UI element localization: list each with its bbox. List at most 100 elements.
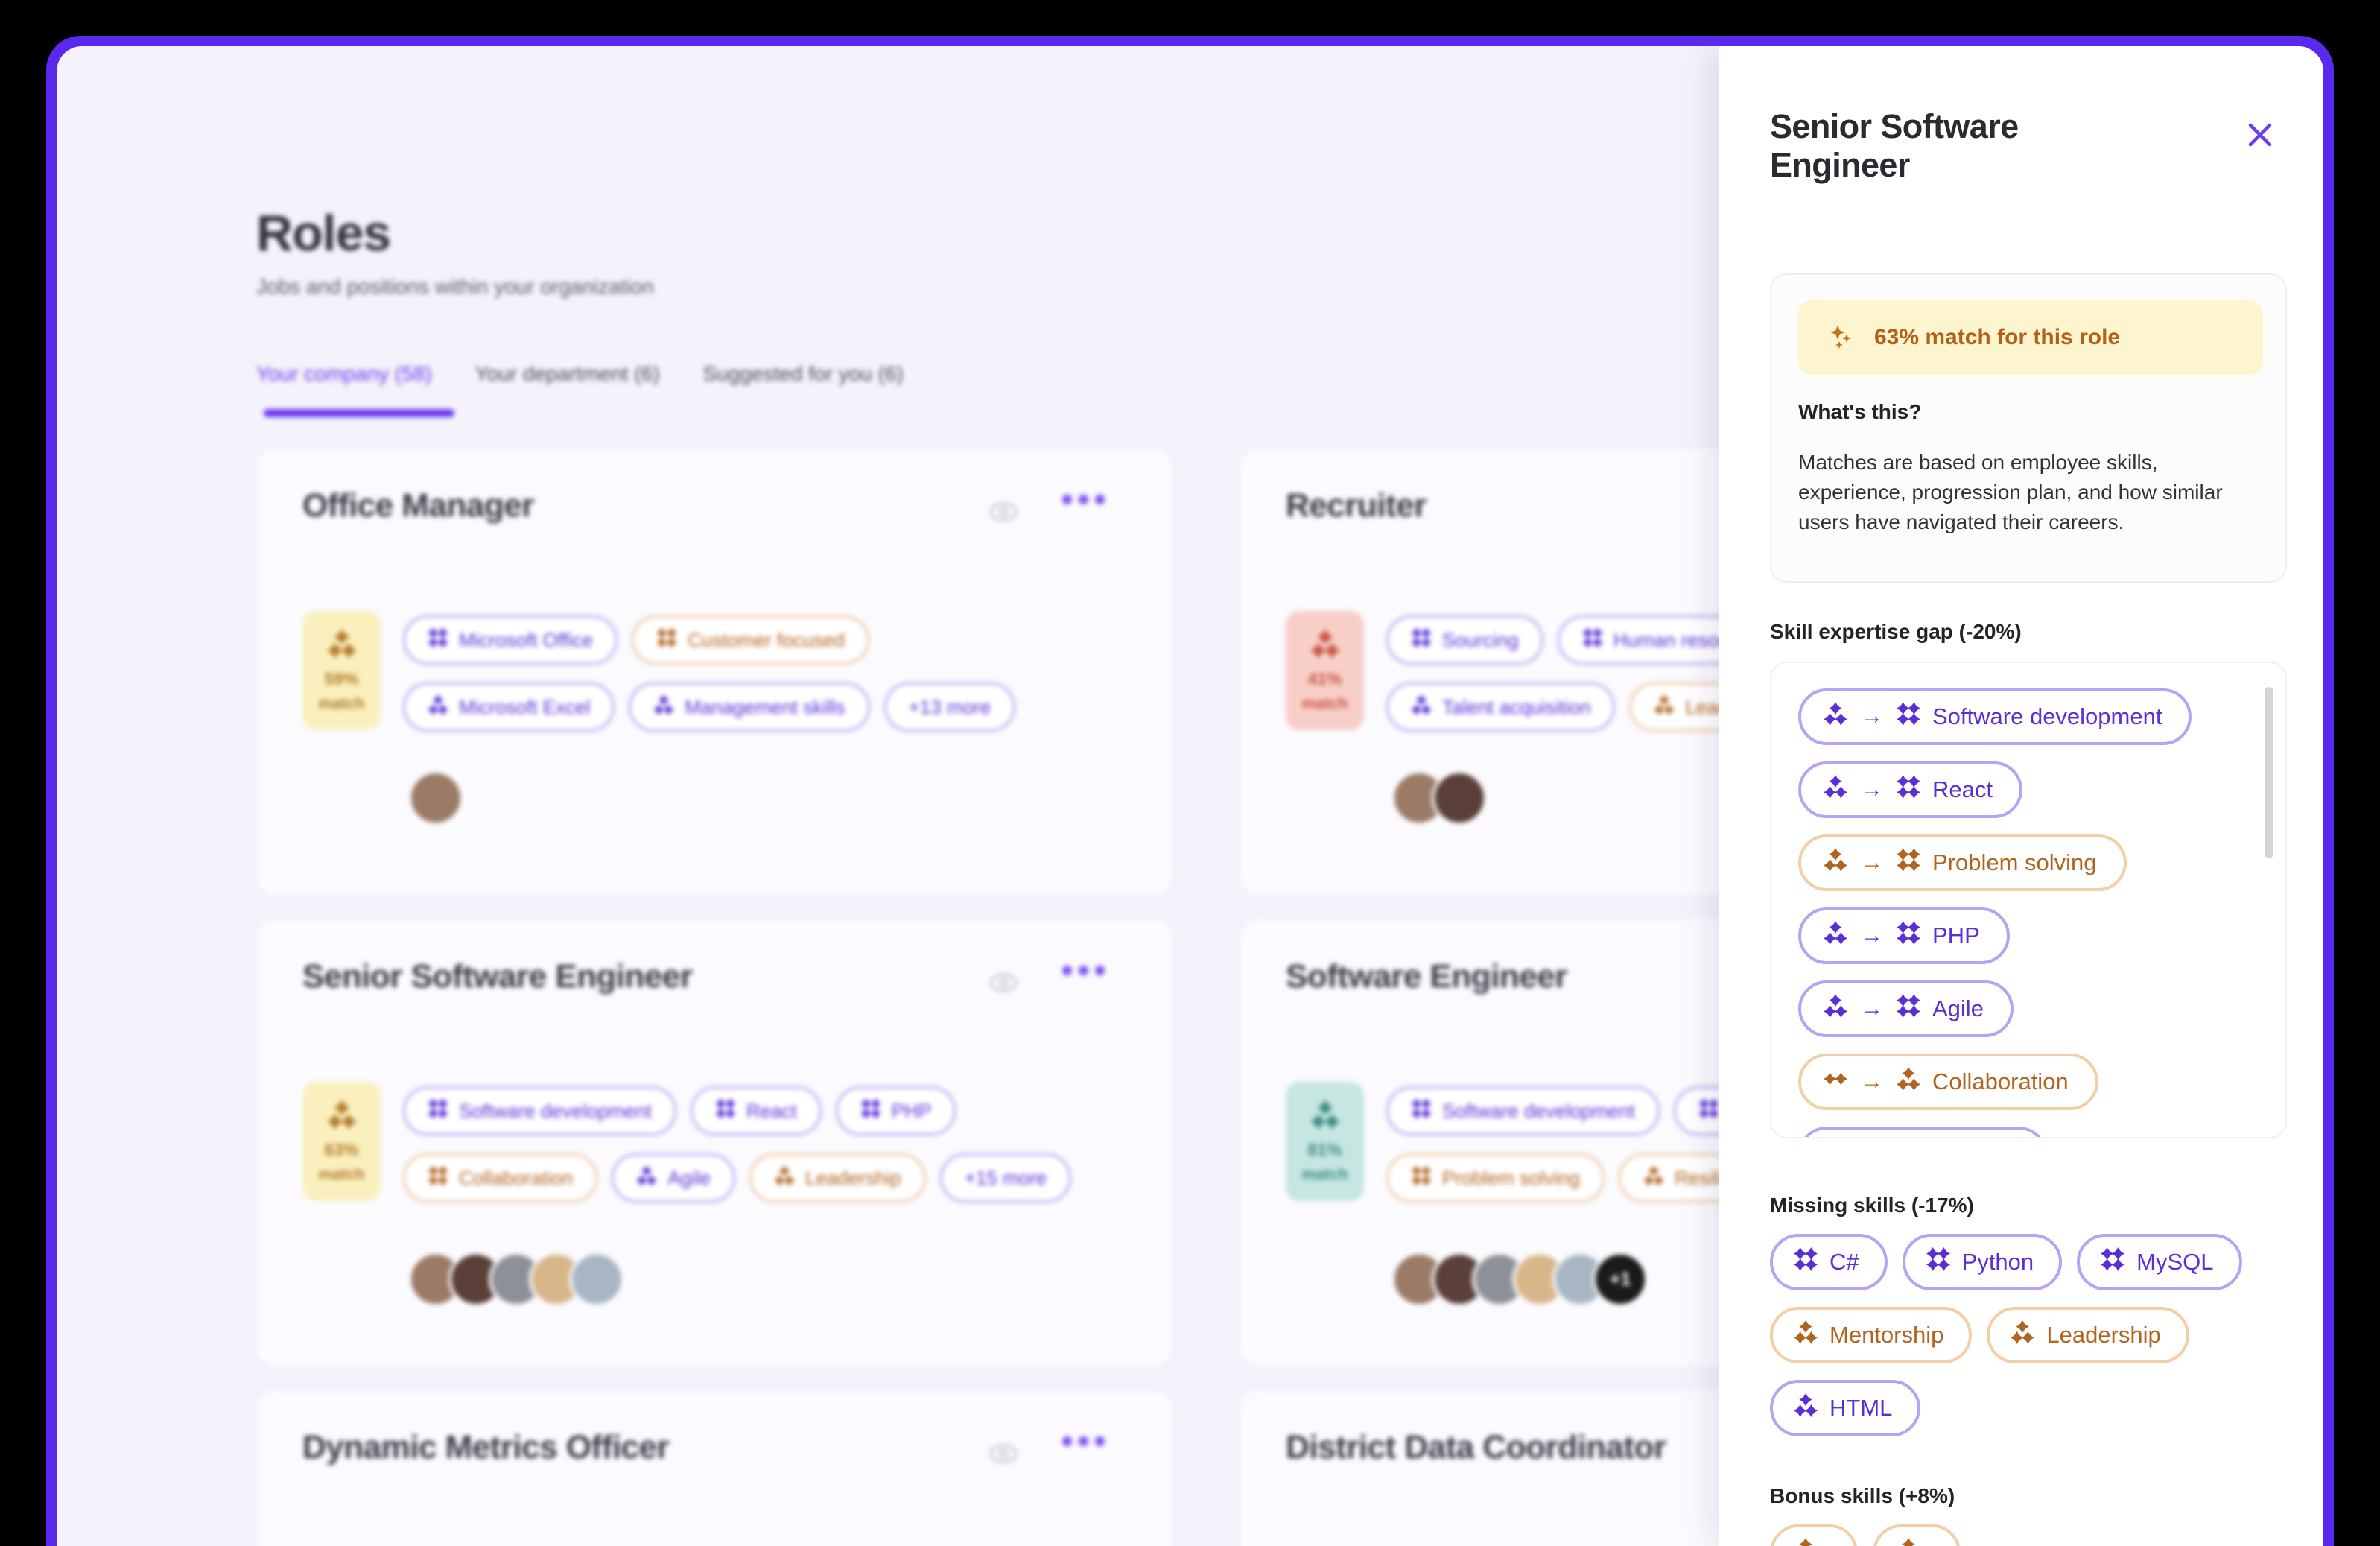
missing-skill-pill[interactable]: MySQL xyxy=(2077,1234,2242,1290)
page-subtitle: Jobs and positions within your organizat… xyxy=(256,275,654,298)
member-avatars[interactable] xyxy=(408,770,463,826)
skill-gap-pill[interactable]: → PHP xyxy=(1798,907,2010,964)
role-card[interactable]: Office Manager 59% match Microsoft Offic… xyxy=(256,449,1172,896)
skill-gap-pill[interactable]: → Agile xyxy=(1798,980,2014,1037)
skill-gap-pill[interactable]: → React xyxy=(1798,761,2022,818)
skill-level-icon xyxy=(1698,1097,1719,1124)
skill-pill-label: Customer focused xyxy=(688,628,845,651)
skill-gap-pill[interactable]: → Collaboration xyxy=(1798,1054,2098,1110)
skill-pill-label: Leadership xyxy=(805,1166,901,1189)
skill-pill[interactable]: +13 more xyxy=(883,682,1016,732)
tab-active-underline xyxy=(264,409,454,417)
skill-level-icon xyxy=(1411,1097,1432,1124)
match-label: match xyxy=(318,1165,365,1183)
skill-level-to-icon xyxy=(1897,994,1920,1024)
skill-level-icon xyxy=(1794,1393,1818,1423)
role-card-title: Office Manager xyxy=(302,487,534,524)
more-options-icon[interactable] xyxy=(1062,1436,1105,1446)
skill-pill-label: Collaboration xyxy=(459,1166,574,1189)
skill-pill[interactable]: Software development xyxy=(403,1086,676,1135)
skill-pill[interactable]: Software development xyxy=(1386,1086,1660,1135)
match-percent: 81% xyxy=(1307,1140,1342,1160)
skill-pill[interactable]: Agile xyxy=(612,1153,736,1203)
close-icon[interactable] xyxy=(2243,118,2277,152)
skill-level-to-icon xyxy=(1897,775,1920,805)
match-banner: 63% match for this role xyxy=(1798,300,2263,375)
skill-level-from-icon xyxy=(1824,994,1847,1024)
missing-skill-pill[interactable]: Python xyxy=(1902,1234,2063,1290)
tab-suggested-for-you[interactable]: Suggested for you (6) xyxy=(703,362,904,386)
skill-level-to-icon xyxy=(1897,921,1920,951)
member-avatars[interactable] xyxy=(1391,770,1487,826)
skill-pill[interactable]: +15 more xyxy=(939,1153,1072,1203)
skill-gap-pill[interactable]: → Problem solving xyxy=(1798,834,2127,891)
skill-gap-list: → Software development → React → Problem solv… xyxy=(1798,688,2192,1137)
whats-this-heading: What's this? xyxy=(1798,400,1922,423)
more-options-icon[interactable] xyxy=(1062,495,1105,504)
tab-bar: Your company (58) Your department (6) Su… xyxy=(256,362,904,386)
skill-level-icon xyxy=(653,694,675,720)
bonus-skills-heading: Bonus skills (+8%) xyxy=(1770,1484,1955,1507)
missing-skill-pill[interactable]: Mentorship xyxy=(1770,1307,1973,1363)
skill-level-from-icon xyxy=(1824,1067,1847,1097)
tab-your-department[interactable]: Your department (6) xyxy=(475,362,660,386)
match-percent: 59% xyxy=(324,669,359,689)
member-avatars[interactable] xyxy=(408,1252,624,1307)
tab-your-company[interactable]: Your company (58) xyxy=(256,362,432,386)
skill-pill[interactable]: Problem solving xyxy=(1386,1153,1605,1203)
skill-level-from-icon xyxy=(1824,775,1847,805)
skill-pill-label: Problem solving xyxy=(1442,1166,1580,1189)
avatar xyxy=(1432,770,1487,826)
skill-pill[interactable]: React xyxy=(690,1086,822,1135)
skill-pill[interactable]: Management skills xyxy=(629,682,870,732)
skill-gap-pill[interactable]: → Software development xyxy=(1798,688,2192,745)
role-card[interactable]: Dynamic Metrics Officer xyxy=(256,1390,1172,1546)
skill-gap-label: PHP xyxy=(1932,922,1980,948)
eye-icon[interactable] xyxy=(986,966,1021,1004)
bonus-skills-list xyxy=(1770,1524,2291,1546)
skill-level-from-icon xyxy=(1824,848,1847,878)
skill-pill-row: Collaboration Agile Leadership +15 more xyxy=(403,1153,1072,1203)
sparkle-icon xyxy=(326,1100,357,1133)
skill-gap-label: Agile xyxy=(1932,995,1984,1021)
sparkle-icon xyxy=(1827,321,1856,355)
skill-level-icon xyxy=(1926,1247,1950,1277)
match-percent: 63% xyxy=(324,1140,359,1160)
skill-pill[interactable]: Microsoft Office xyxy=(403,615,618,665)
avatar xyxy=(408,770,463,826)
skill-pill[interactable]: Customer focused xyxy=(632,615,870,665)
skill-pill[interactable]: Leadership xyxy=(749,1153,926,1203)
skill-level-icon xyxy=(656,627,678,653)
skill-gap-pill[interactable]: →Big data xyxy=(1798,1127,2047,1137)
skill-pill[interactable]: PHP xyxy=(835,1086,956,1135)
skill-pill[interactable]: Microsoft Excel xyxy=(403,682,615,732)
skill-gap-scrollbar[interactable] xyxy=(2265,687,2273,858)
app-window-frame: Roles Jobs and positions within your org… xyxy=(46,36,2334,1546)
skill-level-icon xyxy=(1794,1247,1818,1277)
skill-pill[interactable]: Sourcing xyxy=(1386,615,1543,665)
more-options-icon[interactable] xyxy=(1062,966,1105,975)
role-card[interactable]: Senior Software Engineer 63% match Softw… xyxy=(256,919,1172,1366)
skill-label: MySQL xyxy=(2136,1249,2214,1275)
eye-icon[interactable] xyxy=(986,495,1021,533)
role-card-title: District Data Coordinator xyxy=(1286,1429,1666,1466)
missing-skill-pill[interactable]: C# xyxy=(1770,1234,1888,1290)
missing-skill-pill[interactable]: Leadership xyxy=(1987,1307,2189,1363)
skill-level-icon xyxy=(2011,1320,2035,1350)
bonus-skill-pill[interactable] xyxy=(1873,1524,1961,1546)
skill-gap-heading: Skill expertise gap (-20%) xyxy=(1770,620,2022,643)
skill-level-icon xyxy=(774,1165,796,1191)
skill-pill[interactable]: Talent acquisition xyxy=(1386,682,1616,732)
arrow-right-icon: → xyxy=(1861,777,1883,802)
match-badge: 59% match xyxy=(302,611,381,730)
skill-pill-label: Software development xyxy=(459,1099,652,1122)
bonus-skill-pill[interactable] xyxy=(1770,1524,1858,1546)
member-avatars[interactable]: +1 xyxy=(1391,1252,1648,1307)
role-detail-panel: Senior Software Engineer 63% match for t… xyxy=(1719,46,2323,1546)
skill-pill[interactable]: Collaboration xyxy=(403,1153,598,1203)
eye-icon[interactable] xyxy=(986,1436,1021,1474)
skill-level-icon xyxy=(428,627,448,653)
skill-level-from-icon xyxy=(1824,702,1847,732)
missing-skill-pill[interactable]: HTML xyxy=(1770,1380,1921,1436)
sparkle-icon xyxy=(326,629,357,662)
